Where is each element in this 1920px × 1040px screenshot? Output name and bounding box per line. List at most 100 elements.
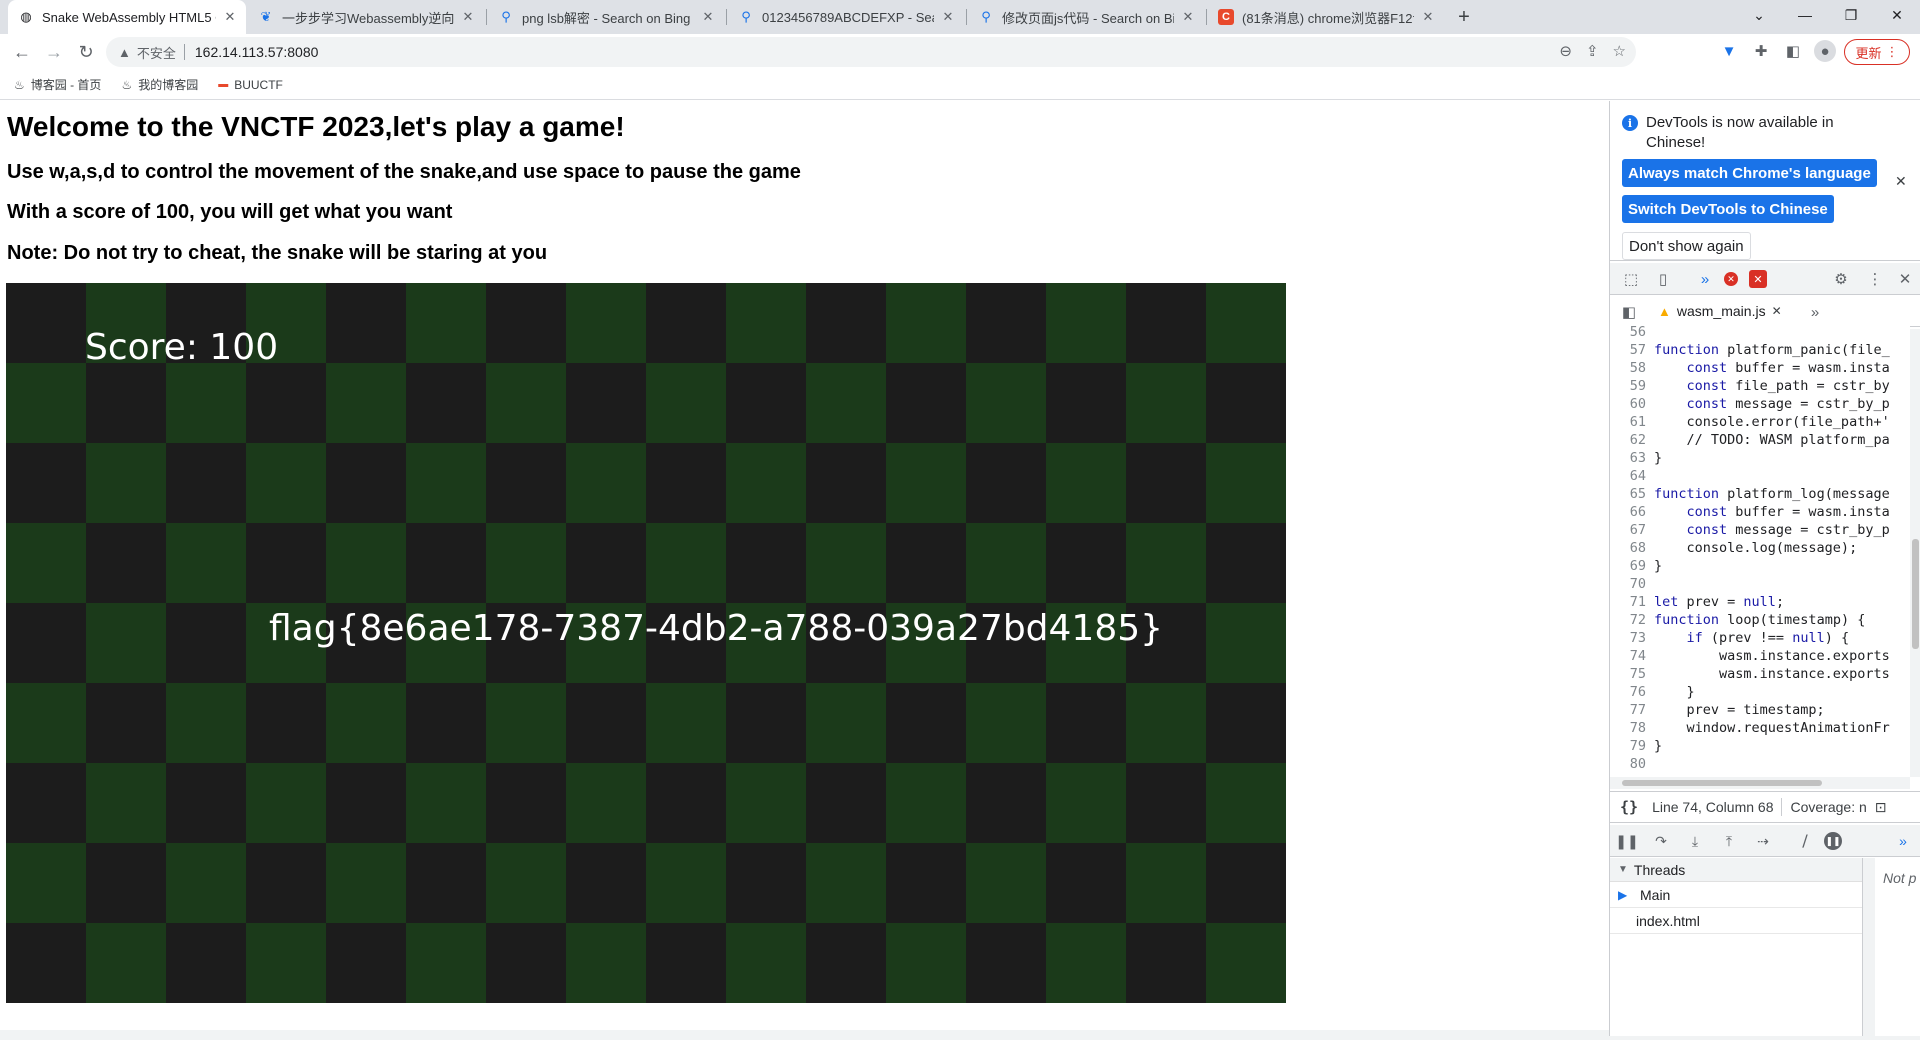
issues-icon[interactable]: ✕ <box>1749 270 1767 288</box>
pause-on-exceptions-icon[interactable]: ❚❚ <box>1824 832 1842 850</box>
line-number[interactable]: 75 <box>1610 665 1654 683</box>
star-icon[interactable]: ☆ <box>1613 42 1626 60</box>
reload-icon[interactable]: ↻ <box>74 40 98 64</box>
line-number[interactable]: 64 <box>1610 467 1654 485</box>
error-count-icon[interactable]: ✕ <box>1724 272 1738 286</box>
line-number[interactable]: 76 <box>1610 683 1654 701</box>
thread-main[interactable]: ▶ Main <box>1610 882 1862 908</box>
device-toggle-icon[interactable]: ▯ <box>1652 269 1674 289</box>
code-line[interactable]: 79} <box>1610 737 1910 755</box>
line-number[interactable]: 80 <box>1610 755 1654 771</box>
pause-icon[interactable]: ❚❚ <box>1615 831 1638 851</box>
address-bar[interactable]: ▲ 不安全 162.14.113.57:8080 ⊖ ⇪ ☆ <box>106 37 1636 67</box>
update-button[interactable]: 更新 ⋮ <box>1844 39 1910 65</box>
code-line[interactable]: 80 <box>1610 755 1910 771</box>
code-line[interactable]: 64 <box>1610 467 1910 485</box>
code-line[interactable]: 74 wasm.instance.exports <box>1610 647 1910 665</box>
code-line[interactable]: 58 const buffer = wasm.insta <box>1610 359 1910 377</box>
tab-search-chevron-icon[interactable]: ⌄ <box>1736 0 1782 30</box>
profile-avatar-icon[interactable]: ● <box>1814 40 1836 62</box>
line-number[interactable]: 57 <box>1610 341 1654 359</box>
gear-icon[interactable]: ⚙ <box>1830 269 1852 289</box>
minimize-icon[interactable]: — <box>1782 0 1828 30</box>
close-icon[interactable]: ✕ <box>1895 173 1907 190</box>
close-devtools-icon[interactable]: ✕ <box>1894 269 1916 289</box>
threads-scrollbar[interactable] <box>1863 858 1875 1036</box>
forward-arrow-icon[interactable]: → <box>42 40 66 64</box>
inspect-element-icon[interactable]: ⬚ <box>1620 269 1642 289</box>
url-text[interactable]: 162.14.113.57:8080 <box>195 44 319 60</box>
close-icon[interactable]: ✕ <box>1180 9 1196 25</box>
code-line[interactable]: 76 } <box>1610 683 1910 701</box>
close-icon[interactable]: ✕ <box>1420 9 1436 25</box>
close-window-icon[interactable]: ✕ <box>1874 0 1920 30</box>
code-horizontal-scrollbar[interactable] <box>1610 777 1910 789</box>
bookmark-my-cnblogs[interactable]: ♨ 我的博客园 <box>121 76 198 93</box>
line-number[interactable]: 74 <box>1610 647 1654 665</box>
snake-game-canvas[interactable]: Score: 100 flag{8e6ae178-7387-4db2-a788-… <box>6 283 1286 1003</box>
tab-modify-js-search[interactable]: ⚲ 修改页面js代码 - Search on Bin ✕ <box>968 0 1204 34</box>
code-line[interactable]: 65 function platform_log(message <box>1610 485 1910 503</box>
line-number[interactable]: 65 <box>1610 485 1654 503</box>
code-line[interactable]: 78 window.requestAnimationFr <box>1610 719 1910 737</box>
close-icon[interactable]: ✕ <box>460 9 476 25</box>
close-icon[interactable]: ✕ <box>700 9 716 25</box>
tab-hex-search[interactable]: ⚲ 0123456789ABCDEFXP - Searc ✕ <box>728 0 964 34</box>
step-into-icon[interactable]: ⤓ <box>1684 831 1706 851</box>
line-number[interactable]: 79 <box>1610 737 1654 755</box>
navigator-toggle-icon[interactable]: ◧ <box>1618 302 1640 322</box>
scroll-thumb[interactable] <box>1622 780 1822 786</box>
back-arrow-icon[interactable]: ← <box>10 40 34 64</box>
thread-index-html[interactable]: index.html <box>1610 908 1862 934</box>
code-line[interactable]: 61 console.error(file_path+' <box>1610 413 1910 431</box>
close-icon[interactable]: ✕ <box>1772 304 1782 318</box>
line-number[interactable]: 60 <box>1610 395 1654 413</box>
code-line[interactable]: 69} <box>1610 557 1910 575</box>
warning-triangle-icon[interactable]: ▲ <box>118 45 131 60</box>
puzzle-extensions-icon[interactable]: ✚ <box>1750 40 1772 62</box>
line-number[interactable]: 62 <box>1610 431 1654 449</box>
code-line[interactable]: 56 <box>1610 323 1910 341</box>
code-line[interactable]: 71 let prev = null; <box>1610 593 1910 611</box>
code-line[interactable]: 73 if (prev !== null) { <box>1610 629 1910 647</box>
line-number[interactable]: 61 <box>1610 413 1654 431</box>
line-number[interactable]: 73 <box>1610 629 1654 647</box>
more-files-chevron-icon[interactable]: » <box>1804 302 1826 322</box>
code-line[interactable]: 67 const message = cstr_by_p <box>1610 521 1910 539</box>
pretty-print-icon[interactable]: {} <box>1620 798 1638 816</box>
line-number[interactable]: 68 <box>1610 539 1654 557</box>
line-number[interactable]: 69 <box>1610 557 1654 575</box>
code-line[interactable]: 70 <box>1610 575 1910 593</box>
code-editor[interactable]: 56 57 function platform_panic(file_ 58 cons… <box>1610 323 1910 771</box>
tab-webassembly-article[interactable]: ❦ 一步步学习Webassembly逆向分 ✕ <box>248 0 484 34</box>
line-number[interactable]: 78 <box>1610 719 1654 737</box>
close-icon[interactable]: ✕ <box>222 9 238 25</box>
line-number[interactable]: 67 <box>1610 521 1654 539</box>
code-line[interactable]: 68 console.log(message); <box>1610 539 1910 557</box>
code-line[interactable]: 62 // TODO: WASM platform_pa <box>1610 431 1910 449</box>
code-line[interactable]: 72 function loop(timestamp) { <box>1610 611 1910 629</box>
screenshot-icon[interactable]: ⊡ <box>1875 799 1887 816</box>
line-number[interactable]: 63 <box>1610 449 1654 467</box>
tab-csdn-chrome-f12[interactable]: C (81条消息) chrome浏览器F12调 ✕ <box>1208 0 1444 34</box>
step-over-icon[interactable]: ↷ <box>1650 831 1672 851</box>
code-line[interactable]: 57 function platform_panic(file_ <box>1610 341 1910 359</box>
code-line[interactable]: 66 const buffer = wasm.insta <box>1610 503 1910 521</box>
security-label[interactable]: 不安全 <box>137 43 176 62</box>
code-line[interactable]: 63} <box>1610 449 1910 467</box>
line-number[interactable]: 58 <box>1610 359 1654 377</box>
line-number[interactable]: 71 <box>1610 593 1654 611</box>
step-icon[interactable]: ⇢ <box>1752 831 1774 851</box>
side-panel-icon[interactable]: ◧ <box>1782 40 1804 62</box>
share-icon[interactable]: ⇪ <box>1586 42 1599 60</box>
dont-show-again-button[interactable]: Don't show again <box>1622 232 1751 260</box>
code-line[interactable]: 59 const file_path = cstr_by <box>1610 377 1910 395</box>
step-out-icon[interactable]: ⤒ <box>1718 831 1740 851</box>
kebab-menu-icon[interactable]: ⋮ <box>1864 269 1886 289</box>
deactivate-breakpoints-icon[interactable]: ⧸ <box>1794 831 1816 851</box>
scroll-thumb[interactable] <box>1912 539 1919 649</box>
line-number[interactable]: 66 <box>1610 503 1654 521</box>
tab-snake-webassembly[interactable]: ◍ Snake WebAssembly HTML5 C ✕ <box>8 0 246 34</box>
line-number[interactable]: 72 <box>1610 611 1654 629</box>
line-number[interactable]: 70 <box>1610 575 1654 593</box>
